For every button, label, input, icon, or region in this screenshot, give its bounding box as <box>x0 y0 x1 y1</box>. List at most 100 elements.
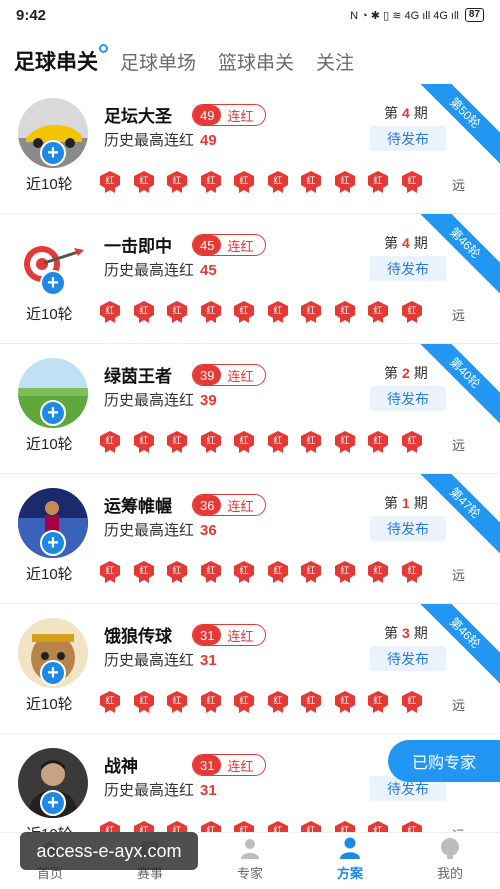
battery-icon: 87 <box>464 8 484 22</box>
history-label: 历史最高连红 <box>104 652 195 669</box>
result-label: 红 <box>373 435 382 447</box>
history-best: 历史最高连红 49 <box>104 129 217 150</box>
status-time: 9:42 <box>16 6 47 24</box>
red-result-icon: 红 <box>401 821 422 833</box>
round-label: 第46轮 <box>411 214 500 297</box>
red-result-icon: 红 <box>301 691 321 713</box>
result-label: 红 <box>239 825 248 833</box>
result-label: 红 <box>172 435 181 447</box>
result-label: 红 <box>407 175 416 187</box>
result-label: 红 <box>340 825 349 833</box>
red-result-icon: 红 <box>301 431 321 453</box>
nav-experts[interactable]: 专家 <box>200 833 300 889</box>
result-label: 红 <box>340 305 349 317</box>
red-result-icon: 红 <box>368 821 388 833</box>
result-label: 红 <box>373 695 382 707</box>
streak-count: 45 <box>193 235 222 255</box>
tab-basketball-parlay[interactable]: 篮球串关 <box>218 48 294 75</box>
result-label: 红 <box>172 565 181 577</box>
round-ribbon: 第46轮 <box>410 214 500 304</box>
streak-label: 连红 <box>227 238 254 254</box>
tab-football-parlay[interactable]: 足球串关 <box>14 44 108 76</box>
recent-rounds-label: 近10轮 <box>26 436 73 453</box>
result-label: 红 <box>373 565 382 577</box>
red-result-icon: 红 <box>368 301 388 323</box>
follow-button[interactable]: + <box>40 140 66 166</box>
expert-card[interactable]: + 运筹帷幄 36 连红 历史最高连红 36 第 1 期待发布 第47轮 近10轮红红红红红红红红红… <box>0 474 500 604</box>
result-label: 红 <box>373 825 382 833</box>
red-result-icon: 红 <box>267 561 288 583</box>
result-label: 红 <box>273 435 282 447</box>
result-label: 红 <box>139 695 148 707</box>
red-result-icon: 红 <box>100 171 120 193</box>
red-result-icon: 红 <box>200 301 221 323</box>
follow-button[interactable]: + <box>40 270 66 296</box>
streak-label: 连红 <box>227 628 254 644</box>
result-label: 红 <box>239 305 248 317</box>
history-value: 31 <box>200 652 217 669</box>
streak-count: 49 <box>193 105 222 125</box>
issue-number: 1 <box>402 495 410 511</box>
follow-button[interactable]: + <box>40 400 66 426</box>
expert-card[interactable]: + 绿茵王者 39 连红 历史最高连红 39 第 2 期待发布 第40轮 近10轮红红红红红红红红红… <box>0 344 500 474</box>
round-ribbon: 第40轮 <box>410 344 500 434</box>
issue-number: 2 <box>402 365 410 381</box>
red-result-icon: 红 <box>368 691 388 713</box>
result-label: 红 <box>172 695 181 707</box>
history-best: 历史最高连红 36 <box>104 519 217 540</box>
history-best: 历史最高连红 39 <box>104 389 217 410</box>
nav-plans[interactable]: 方案 <box>300 833 400 889</box>
result-label: 红 <box>139 435 148 447</box>
history-label: 历史最高连红 <box>104 262 195 279</box>
follow-button[interactable]: + <box>40 530 66 556</box>
nav-profile[interactable]: 我的 <box>400 833 500 889</box>
recent-rounds-label: 近10轮 <box>26 566 73 583</box>
network-icons: N ◔ ✱ ▯ ≋ 4G ıll 4G ıll <box>350 9 459 22</box>
tab-label: 足球串关 <box>14 51 98 74</box>
recent-rounds-label: 近10轮 <box>26 823 73 832</box>
result-label: 红 <box>273 175 282 187</box>
recent-rounds-label: 近10轮 <box>26 306 73 323</box>
result-label: 红 <box>172 305 181 317</box>
round-label: 第50轮 <box>411 84 500 167</box>
red-result-icon: 红 <box>401 171 422 193</box>
follow-button[interactable]: + <box>40 790 66 816</box>
recent-results: 红红红红红红红红红红 <box>98 300 424 324</box>
tab-football-single[interactable]: 足球单场 <box>120 48 196 75</box>
issue-number: 4 <box>402 235 410 251</box>
result-label: 红 <box>373 305 382 317</box>
result-label: 红 <box>206 435 215 447</box>
expert-card[interactable]: + 足坛大圣 49 连红 历史最高连红 49 第 4 期待发布 第50轮 近10轮红红红红红红红红红… <box>0 84 500 214</box>
expert-name: 战神 <box>104 757 138 776</box>
purchased-experts-button[interactable]: 已购专家 <box>388 740 500 782</box>
red-result-icon: 红 <box>334 301 355 323</box>
result-label: 红 <box>407 825 416 833</box>
history-value: 45 <box>200 262 217 279</box>
result-label: 红 <box>340 435 349 447</box>
expert-card[interactable]: + 一击即中 45 连红 历史最高连红 45 第 4 期待发布 第46轮 近10轮红红红红红红红红红… <box>0 214 500 344</box>
red-result-icon: 红 <box>167 431 187 453</box>
red-result-icon: 红 <box>133 691 154 713</box>
expert-card[interactable]: + 饿狼传球 31 连红 历史最高连红 31 第 3 期待发布 第46轮 近10轮红红红红红红红红红… <box>0 604 500 734</box>
round-ribbon: 第47轮 <box>410 474 500 564</box>
round-label: 第46轮 <box>411 604 500 687</box>
result-label: 红 <box>273 565 282 577</box>
red-result-icon: 红 <box>267 431 288 453</box>
result-label: 红 <box>105 435 114 447</box>
issue-number: 3 <box>402 625 410 641</box>
tab-follow[interactable]: 关注 <box>316 48 354 75</box>
far-label: 远 <box>452 308 466 323</box>
red-result-icon: 红 <box>401 301 422 323</box>
history-best: 历史最高连红 31 <box>104 779 217 800</box>
round-ribbon: 第50轮 <box>410 84 500 174</box>
far-label: 远 <box>452 438 466 453</box>
red-result-icon: 红 <box>267 171 288 193</box>
follow-button[interactable]: + <box>40 660 66 686</box>
result-label: 红 <box>306 825 315 833</box>
result-label: 红 <box>373 175 382 187</box>
red-result-icon: 红 <box>100 301 120 323</box>
round-label: 第40轮 <box>411 344 500 427</box>
result-label: 红 <box>105 305 114 317</box>
result-label: 红 <box>139 565 148 577</box>
red-result-icon: 红 <box>301 561 321 583</box>
